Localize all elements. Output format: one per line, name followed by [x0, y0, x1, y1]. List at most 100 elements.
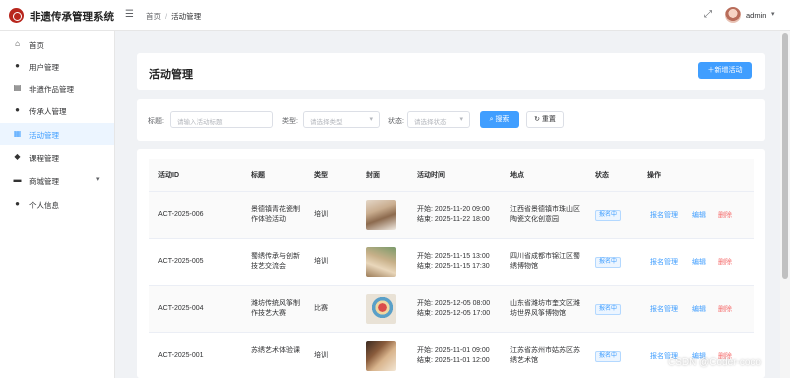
activity-time: 开始: 2025-12-05 08:00 结束: 2025-12-05 17:0…: [417, 299, 509, 319]
activity-type: 培训: [314, 352, 328, 359]
sidebar-item-users[interactable]: ● 用户管理: [0, 55, 114, 77]
activity-title: 景德镇青花瓷制作体验活动: [251, 206, 300, 223]
edit-link[interactable]: 编辑: [692, 257, 706, 267]
app-title: 非遗传承管理系统: [30, 11, 114, 23]
user-icon: ●: [15, 199, 20, 208]
scrollbar-thumb[interactable]: [782, 33, 788, 279]
activity-cover-image: [366, 200, 396, 230]
shop-icon: ▬: [13, 175, 22, 184]
sidebar-item-inheritors[interactable]: ● 传承人管理: [0, 99, 114, 121]
status-badge: 报名中: [595, 257, 622, 268]
activity-start-time: 开始: 2025-11-15 13:00: [417, 253, 490, 260]
sidebar-item-works[interactable]: ▤ 非遗作品管理: [0, 77, 114, 99]
activity-id: ACT-2025-001: [158, 352, 204, 359]
watermark: CSDN @Coder-coco: [668, 357, 761, 368]
filter-card: 标题: 请输入活动标题 类型: 请选择类型 ▾ 状态: 请选择状态 ▾ ⌕ 搜索…: [137, 99, 765, 141]
fullscreen-icon[interactable]: ⤢: [704, 10, 712, 20]
edit-link[interactable]: 编辑: [692, 210, 706, 220]
title-search-input[interactable]: 请输入活动标题: [170, 111, 273, 128]
status-select[interactable]: 请选择状态 ▾: [407, 111, 470, 128]
activity-end-time: 结束: 2025-12-05 17:00: [417, 310, 491, 317]
graduation-cap-icon: ◆: [14, 152, 21, 161]
registration-manage-link[interactable]: 报名管理: [650, 210, 678, 220]
edit-link[interactable]: 编辑: [692, 304, 706, 314]
chevron-down-icon: ▾: [96, 176, 100, 183]
user-icon: ●: [15, 105, 20, 114]
activity-cover-image: [366, 294, 396, 324]
sidebar-item-label: 传承人管理: [29, 107, 67, 116]
reset-button[interactable]: ↻ 重置: [526, 111, 564, 128]
menu-collapse-icon[interactable]: ☰: [125, 10, 135, 20]
column-header-title: 标题: [251, 172, 265, 179]
breadcrumb-current: 活动管理: [171, 12, 202, 21]
sidebar-item-label: 课程管理: [29, 154, 59, 163]
activity-id: ACT-2025-006: [158, 211, 204, 218]
activity-time: 开始: 2025-11-20 09:00 结束: 2025-11-22 18:0…: [417, 205, 509, 225]
type-select-placeholder: 请选择类型: [310, 119, 343, 126]
plus-icon: ＋: [707, 67, 715, 74]
sidebar-item-label: 用户管理: [29, 63, 59, 72]
column-header-time: 活动时间: [417, 172, 445, 179]
activity-end-time: 结束: 2025-11-01 12:00: [417, 357, 490, 364]
breadcrumb-home[interactable]: 首页: [146, 12, 161, 21]
sidebar-item-home[interactable]: ⌂ 首页: [0, 33, 114, 55]
sidebar-item-label: 非遗作品管理: [29, 85, 74, 94]
sidebar-item-label: 活动管理: [29, 131, 59, 140]
status-badge: 报名中: [595, 351, 622, 362]
title-search-placeholder: 请输入活动标题: [177, 119, 223, 126]
activity-title: 苏绣艺术体验课: [251, 347, 300, 354]
delete-link[interactable]: 删除: [718, 210, 732, 220]
sidebar-item-label: 商城管理: [29, 177, 59, 186]
column-header-actions: 操作: [647, 172, 661, 179]
activity-id: ACT-2025-005: [158, 258, 204, 265]
sidebar-item-activities[interactable]: ▦ 活动管理: [0, 123, 114, 145]
delete-link[interactable]: 删除: [718, 257, 732, 267]
search-button-label: 搜索: [495, 116, 510, 123]
activity-end-time: 结束: 2025-11-15 17:30: [417, 263, 490, 270]
avatar[interactable]: [725, 7, 741, 23]
logo-icon: [9, 8, 24, 23]
activity-type: 比赛: [314, 305, 328, 312]
page-header-card: 活动管理 ＋新增活动: [137, 53, 765, 90]
delete-link[interactable]: 删除: [718, 304, 732, 314]
sidebar-item-profile[interactable]: ● 个人信息: [0, 193, 114, 215]
add-activity-button[interactable]: ＋新增活动: [698, 62, 752, 79]
type-filter-label: 类型:: [282, 118, 298, 125]
table-row: ACT-2025-004 潍坊传统风筝制作技艺大赛 比赛 开始: 2025-12…: [149, 286, 754, 333]
activity-type: 培训: [314, 211, 328, 218]
status-badge: 报名中: [595, 304, 622, 315]
registration-manage-link[interactable]: 报名管理: [650, 257, 678, 267]
activity-location: 山东省潍坊市奎文区潍坊世界风筝博物馆: [510, 300, 580, 317]
calendar-icon: ▦: [13, 129, 22, 138]
sidebar-item-label: 个人信息: [29, 201, 59, 210]
activity-end-time: 结束: 2025-11-22 18:00: [417, 216, 490, 223]
document-icon: ▤: [13, 83, 22, 92]
search-button[interactable]: ⌕ 搜索: [480, 111, 519, 128]
top-header: 非遗传承管理系统 ☰ 首页 / 活动管理 ⤢ admin ▾: [0, 0, 790, 31]
status-select-placeholder: 请选择状态: [414, 119, 447, 126]
sidebar-item-courses[interactable]: ◆ 课程管理: [0, 146, 114, 168]
table-header: [149, 159, 754, 192]
table-row: ACT-2025-001 苏绣艺术体验课 培训 开始: 2025-11-01 0…: [149, 333, 754, 378]
username[interactable]: admin: [746, 11, 766, 20]
table-row: ACT-2025-006 景德镇青花瓷制作体验活动 培训 开始: 2025-11…: [149, 192, 754, 239]
activity-id: ACT-2025-004: [158, 305, 204, 312]
column-header-status: 状态: [595, 172, 609, 179]
registration-manage-link[interactable]: 报名管理: [650, 304, 678, 314]
refresh-icon: ↻: [534, 116, 540, 123]
activity-time: 开始: 2025-11-15 13:00 结束: 2025-11-15 17:3…: [417, 252, 509, 272]
chevron-down-icon[interactable]: ▾: [771, 10, 775, 18]
activity-title: 潍坊传统风筝制作技艺大赛: [251, 300, 300, 317]
sidebar: ⌂ 首页 ● 用户管理 ▤ 非遗作品管理 ● 传承人管理 ▦ 活动管理 ◆ 课程…: [0, 31, 115, 378]
column-header-cover: 封面: [366, 172, 380, 179]
activity-location: 四川省成都市锦江区蜀绣博物馆: [510, 253, 580, 270]
activity-cover-image: [366, 247, 396, 277]
type-select[interactable]: 请选择类型 ▾: [303, 111, 380, 128]
column-header-type: 类型: [314, 172, 328, 179]
breadcrumb: 首页 / 活动管理: [146, 11, 201, 22]
sidebar-item-shop[interactable]: ▬ 商城管理 ▾: [0, 169, 114, 191]
page-scrollbar[interactable]: [780, 31, 790, 378]
table-card: 活动ID 标题 类型 封面 活动时间 地点 状态 操作 ACT-2025-006…: [137, 149, 765, 378]
breadcrumb-separator: /: [165, 12, 168, 21]
activity-time: 开始: 2025-11-01 09:00 结束: 2025-11-01 12:0…: [417, 346, 509, 366]
